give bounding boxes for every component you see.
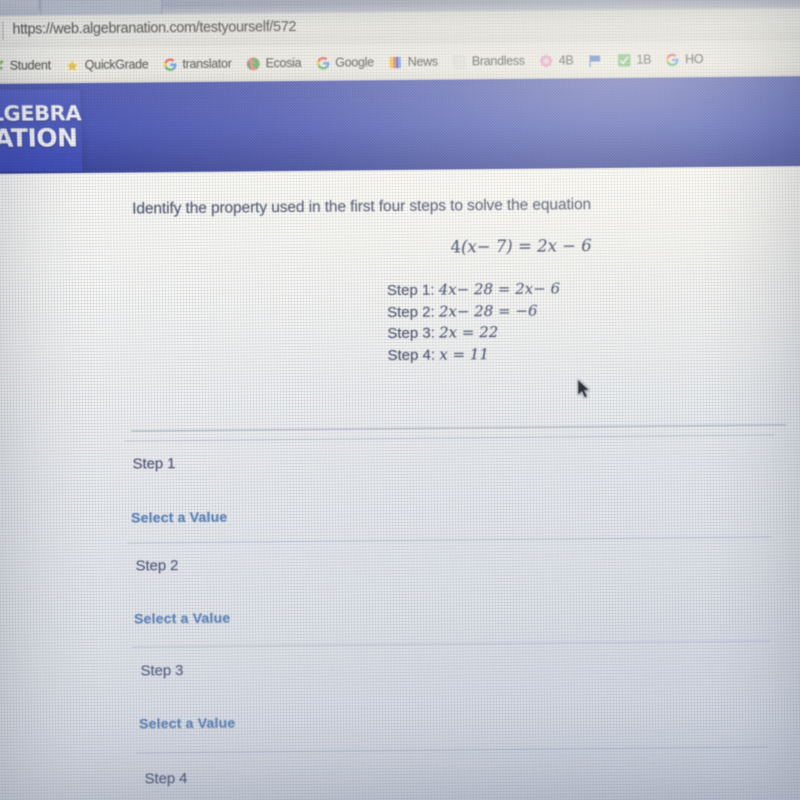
address-bar-separator — [2, 21, 4, 40]
bookmark-item-flag[interactable] — [580, 42, 609, 78]
bookmark-label: Google — [335, 55, 374, 70]
news-icon — [388, 54, 403, 69]
worked-step-math: x = 11 — [439, 344, 490, 364]
equation-equals-sign: = — [517, 236, 532, 256]
bookmark-item-google[interactable]: Google — [308, 44, 381, 81]
network-icon — [0, 58, 5, 73]
worked-steps-list: Step 1: 4x− 28 = 2x− 6 Step 2: 2x− 28 = −… — [387, 278, 561, 366]
equation-lhs-parenthetical: (x− 7) — [460, 236, 513, 257]
select-a-value-dropdown-1[interactable]: Select a Value — [131, 509, 227, 526]
answer-row-divider — [136, 746, 769, 754]
answer-row-divider — [124, 434, 775, 442]
bookmark-item-brandless[interactable]: Brandless — [445, 43, 532, 80]
select-a-value-dropdown-2[interactable]: Select a Value — [134, 610, 230, 627]
site-header-band — [0, 76, 800, 174]
equation-lhs-coefficient: 4 — [450, 237, 462, 257]
bookmark-label: Ecosia — [265, 55, 302, 71]
logo-line-2: NATION — [0, 123, 78, 153]
bookmark-label: HO — [685, 52, 704, 67]
google-g-icon — [315, 55, 330, 70]
worked-step-label: Step 3: — [387, 324, 435, 343]
bookmark-item-ecosia[interactable]: Ecosia — [238, 45, 308, 82]
worked-step-row: Step 2: 2x− 28 = −6 — [387, 300, 560, 323]
equation-rhs: 2x − 6 — [536, 236, 592, 256]
flower-icon — [539, 53, 554, 68]
bookmark-item-ho[interactable]: HO — [658, 41, 710, 77]
select-a-value-dropdown-3[interactable]: Select a Value — [139, 715, 235, 732]
question-prompt: Identify the property used in the first … — [132, 196, 592, 218]
worked-step-row: Step 3: 2x = 22 — [387, 321, 560, 344]
worked-step-math: 4x− 28 = 2x− 6 — [438, 279, 561, 299]
green-check-icon — [616, 52, 631, 67]
bookmark-label: Brandless — [471, 53, 525, 69]
answer-row-divider — [127, 536, 772, 544]
bookmark-item-4b[interactable]: 4B — [532, 42, 581, 78]
blue-flag-icon — [587, 53, 602, 68]
bookmark-item-student[interactable]: Student — [0, 47, 58, 84]
answer-step-label-1: Step 1 — [132, 455, 176, 473]
star-icon — [65, 58, 80, 73]
algebra-nation-logo[interactable]: ALGEBRA NATION — [0, 89, 83, 172]
answer-step-label-2: Step 2 — [135, 557, 179, 575]
bookmark-label: Student — [9, 58, 51, 73]
worked-step-math: 2x− 28 = −6 — [438, 301, 538, 321]
worked-step-math: 2x = 22 — [438, 323, 499, 342]
worked-step-row: Step 4: x = 11 — [387, 343, 560, 366]
answer-step-label-3: Step 3 — [140, 662, 184, 680]
section-divider — [131, 424, 787, 432]
bookmark-label: 4B — [558, 53, 574, 68]
screen-photo: e https://web.algebranation.com/testyour… — [0, 0, 800, 800]
worked-step-label: Step 1: — [386, 281, 435, 300]
logo-line-1: ALGEBRA — [0, 101, 82, 126]
answer-step-label-4: Step 4 — [144, 770, 188, 788]
answer-row-divider — [132, 640, 771, 648]
blank-page-icon — [452, 54, 467, 69]
url-text[interactable]: https://web.algebranation.com/testyourse… — [12, 19, 296, 38]
worked-step-label: Step 4: — [387, 346, 436, 364]
bookmark-item-translator[interactable]: translator — [155, 46, 238, 83]
bookmark-item-news[interactable]: News — [381, 44, 445, 81]
bookmark-item-quickgrade[interactable]: QuickGrade — [58, 46, 156, 83]
bookmark-item-1b[interactable]: 1B — [609, 42, 658, 78]
question-equation: 4(x− 7) = 2x − 6 — [450, 236, 591, 256]
mouse-cursor-icon — [577, 379, 591, 399]
google-g-icon — [665, 52, 680, 67]
ecosia-leaf-icon — [245, 56, 260, 71]
worked-step-label: Step 2: — [387, 303, 435, 321]
worked-step-row: Step 1: 4x− 28 = 2x− 6 — [387, 278, 560, 301]
bookmark-label: translator — [182, 56, 232, 72]
bookmark-label: QuickGrade — [84, 57, 149, 73]
bookmark-label: 1B — [636, 52, 652, 67]
google-g-icon — [162, 57, 177, 72]
page-content: Identify the property used in the first … — [0, 166, 800, 800]
monitor-screen: e https://web.algebranation.com/testyour… — [0, 0, 800, 800]
tab-strip-left-spacer — [0, 0, 39, 16]
bookmark-label: News — [407, 54, 438, 69]
